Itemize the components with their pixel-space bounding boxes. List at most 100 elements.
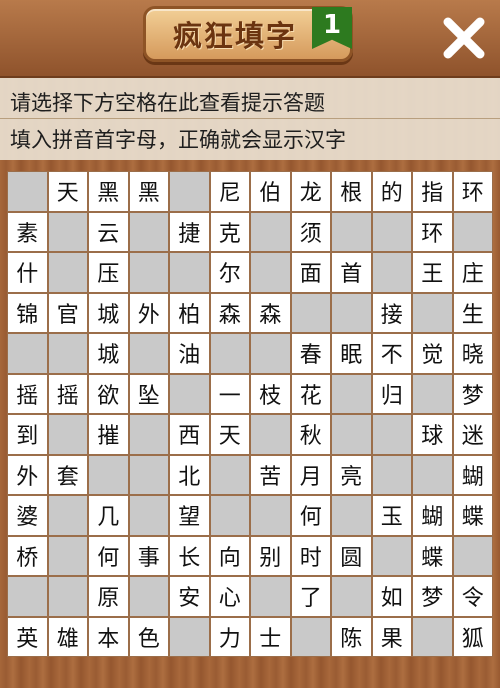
close-button[interactable]	[440, 14, 488, 62]
letter-cell[interactable]: 玉	[371, 495, 412, 536]
letter-cell[interactable]: 欲	[88, 373, 129, 414]
blank-cell[interactable]	[331, 373, 372, 414]
blank-cell[interactable]	[412, 373, 453, 414]
letter-cell[interactable]: 城	[88, 333, 129, 374]
blank-cell[interactable]	[290, 616, 331, 657]
blank-cell[interactable]	[47, 576, 88, 617]
letter-cell[interactable]: 云	[88, 211, 129, 252]
letter-cell[interactable]: 蝴	[452, 454, 493, 495]
blank-cell[interactable]	[7, 333, 48, 374]
letter-cell[interactable]: 花	[290, 373, 331, 414]
letter-cell[interactable]: 城	[88, 292, 129, 333]
blank-cell[interactable]	[128, 333, 169, 374]
letter-cell[interactable]: 黑	[88, 171, 129, 212]
letter-cell[interactable]: 球	[412, 414, 453, 455]
blank-cell[interactable]	[412, 292, 453, 333]
letter-cell[interactable]: 向	[209, 535, 250, 576]
letter-cell[interactable]: 天	[209, 414, 250, 455]
letter-cell[interactable]: 生	[452, 292, 493, 333]
letter-cell[interactable]: 摇	[7, 373, 48, 414]
letter-cell[interactable]: 果	[371, 616, 412, 657]
letter-cell[interactable]: 月	[290, 454, 331, 495]
blank-cell[interactable]	[452, 535, 493, 576]
blank-cell[interactable]	[47, 414, 88, 455]
blank-cell[interactable]	[371, 211, 412, 252]
letter-cell[interactable]: 蝴	[412, 495, 453, 536]
blank-cell[interactable]	[128, 414, 169, 455]
blank-cell[interactable]	[7, 576, 48, 617]
blank-cell[interactable]	[371, 252, 412, 293]
letter-cell[interactable]: 力	[209, 616, 250, 657]
letter-cell[interactable]: 须	[290, 211, 331, 252]
letter-cell[interactable]: 晓	[452, 333, 493, 374]
letter-cell[interactable]: 亮	[331, 454, 372, 495]
letter-cell[interactable]: 捷	[169, 211, 210, 252]
blank-cell[interactable]	[169, 171, 210, 212]
letter-cell[interactable]: 森	[250, 292, 291, 333]
letter-cell[interactable]: 桥	[7, 535, 48, 576]
letter-cell[interactable]: 英	[7, 616, 48, 657]
blank-cell[interactable]	[169, 616, 210, 657]
letter-cell[interactable]: 狐	[452, 616, 493, 657]
blank-cell[interactable]	[47, 211, 88, 252]
letter-cell[interactable]: 克	[209, 211, 250, 252]
letter-cell[interactable]: 不	[371, 333, 412, 374]
letter-cell[interactable]: 黑	[128, 171, 169, 212]
letter-cell[interactable]: 士	[250, 616, 291, 657]
letter-cell[interactable]: 何	[88, 535, 129, 576]
blank-cell[interactable]	[250, 495, 291, 536]
letter-cell[interactable]: 蝶	[412, 535, 453, 576]
letter-cell[interactable]: 原	[88, 576, 129, 617]
letter-cell[interactable]: 蝶	[452, 495, 493, 536]
letter-cell[interactable]: 圆	[331, 535, 372, 576]
letter-cell[interactable]: 安	[169, 576, 210, 617]
blank-cell[interactable]	[250, 414, 291, 455]
blank-cell[interactable]	[452, 211, 493, 252]
blank-cell[interactable]	[371, 535, 412, 576]
letter-cell[interactable]: 什	[7, 252, 48, 293]
blank-cell[interactable]	[47, 495, 88, 536]
letter-cell[interactable]: 几	[88, 495, 129, 536]
blank-cell[interactable]	[371, 454, 412, 495]
letter-cell[interactable]: 别	[250, 535, 291, 576]
blank-cell[interactable]	[250, 333, 291, 374]
blank-cell[interactable]	[7, 171, 48, 212]
blank-cell[interactable]	[250, 211, 291, 252]
letter-cell[interactable]: 接	[371, 292, 412, 333]
letter-cell[interactable]: 外	[7, 454, 48, 495]
blank-cell[interactable]	[331, 495, 372, 536]
letter-cell[interactable]: 龙	[290, 171, 331, 212]
blank-cell[interactable]	[331, 414, 372, 455]
letter-cell[interactable]: 本	[88, 616, 129, 657]
blank-cell[interactable]	[250, 576, 291, 617]
letter-cell[interactable]: 望	[169, 495, 210, 536]
letter-cell[interactable]: 梦	[452, 373, 493, 414]
letter-cell[interactable]: 首	[331, 252, 372, 293]
blank-cell[interactable]	[209, 495, 250, 536]
blank-cell[interactable]	[209, 333, 250, 374]
blank-cell[interactable]	[128, 252, 169, 293]
letter-cell[interactable]: 素	[7, 211, 48, 252]
letter-cell[interactable]: 雄	[47, 616, 88, 657]
letter-cell[interactable]: 西	[169, 414, 210, 455]
letter-cell[interactable]: 长	[169, 535, 210, 576]
letter-cell[interactable]: 梦	[412, 576, 453, 617]
letter-cell[interactable]: 北	[169, 454, 210, 495]
letter-cell[interactable]: 套	[47, 454, 88, 495]
blank-cell[interactable]	[371, 414, 412, 455]
letter-cell[interactable]: 伯	[250, 171, 291, 212]
letter-cell[interactable]: 压	[88, 252, 129, 293]
letter-cell[interactable]: 根	[331, 171, 372, 212]
letter-cell[interactable]: 色	[128, 616, 169, 657]
letter-cell[interactable]: 心	[209, 576, 250, 617]
letter-cell[interactable]: 指	[412, 171, 453, 212]
blank-cell[interactable]	[169, 373, 210, 414]
letter-cell[interactable]: 眠	[331, 333, 372, 374]
letter-cell[interactable]: 王	[412, 252, 453, 293]
blank-cell[interactable]	[331, 576, 372, 617]
blank-cell[interactable]	[47, 333, 88, 374]
letter-cell[interactable]: 何	[290, 495, 331, 536]
letter-cell[interactable]: 摧	[88, 414, 129, 455]
letter-cell[interactable]: 坠	[128, 373, 169, 414]
letter-cell[interactable]: 苦	[250, 454, 291, 495]
